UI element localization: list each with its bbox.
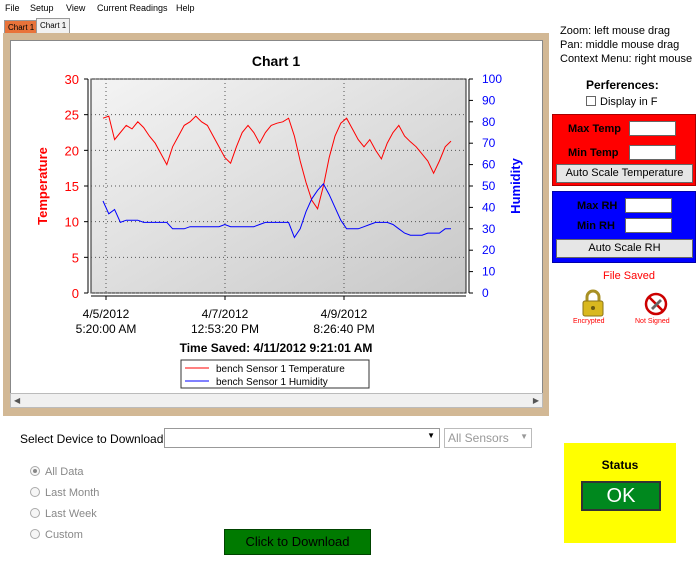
min-temp-label: Min Temp [568,147,619,159]
checkbox-icon[interactable] [586,96,596,106]
status-indicator: OK [581,481,661,511]
right-tick-label: 90 [482,93,496,107]
radio-icon[interactable] [30,508,40,518]
auto-scale-temperature-button[interactable]: Auto Scale Temperature [556,164,693,183]
temperature-panel: Max Temp Min Temp Auto Scale Temperature [552,114,696,186]
radio-icon[interactable] [30,487,40,497]
range-all-data[interactable]: All Data [30,466,84,478]
chart-title: Chart 1 [252,53,300,69]
display-in-f-label: Display in F [600,96,658,108]
left-tick-label: 5 [72,250,79,265]
download-button[interactable]: Click to Download [224,529,371,555]
left-tick-label: 25 [65,108,79,123]
range-label: Last Week [45,508,97,520]
left-tick-label: 15 [65,179,79,194]
select-device-label: Select Device to Download [20,432,164,446]
status-panel: Status OK [564,443,676,543]
x-tick-time: 5:20:00 AM [76,322,137,336]
legend-label-humidity: bench Sensor 1 Humidity [216,377,328,388]
scroll-left-icon[interactable]: ◀ [14,394,20,407]
right-tick-label: 0 [482,286,489,300]
tab-chart-1-active[interactable]: Chart 1 [36,18,71,34]
status-title: Status [601,458,639,472]
y-axis-label-left: Temperature [35,147,50,225]
zoom-instruction: Zoom: left mouse drag [560,25,671,37]
right-tick-label: 20 [482,243,496,257]
menu-setup[interactable]: Setup [30,3,54,13]
menu-bar: File Setup View Current Readings Help [0,0,697,17]
left-tick-label: 10 [65,215,79,230]
left-tick-label: 0 [72,286,79,301]
context-menu-instruction: Context Menu: right mouse [560,53,693,65]
right-tick-label: 80 [482,115,496,129]
chevron-down-icon[interactable]: ▼ [427,431,435,440]
display-in-f-checkbox[interactable]: Display in F [586,96,657,108]
humidity-panel: Max RH Min RH Auto Scale RH [552,191,696,263]
encrypted-label: Encrypted [573,318,605,325]
range-label: Last Month [45,487,100,499]
right-tick-label: 100 [482,72,502,86]
max-rh-label: Max RH [577,200,618,212]
chart-panel[interactable]: Chart 1 0 5 10 15 20 25 30 0 10 20 30 40 50 60 70 80 90… [10,40,543,394]
left-tick-label: 20 [65,143,79,158]
radio-icon[interactable] [30,529,40,539]
range-last-month[interactable]: Last Month [30,487,99,499]
right-axis: 0 10 20 30 40 50 60 70 80 90 100 [468,72,502,300]
left-tick-label: 30 [65,72,79,87]
right-tick-label: 40 [482,200,496,214]
max-temp-input[interactable] [629,121,676,136]
sensor-select-value: All Sensors [448,431,509,445]
tab-chart-1[interactable]: Chart 1 [4,20,39,34]
not-signed-label: Not Signed [635,318,670,325]
range-label: Custom [45,529,83,541]
lock-icon [582,289,604,317]
chart-horizontal-scrollbar[interactable]: ◀ ▶ [10,393,543,408]
legend: bench Sensor 1 Temperature bench Sensor … [180,359,370,389]
min-temp-input[interactable] [629,145,676,160]
y-axis-label-right: Humidity [508,157,523,213]
right-tick-label: 70 [482,136,496,150]
legend-label-temperature: bench Sensor 1 Temperature [216,364,345,375]
preferences-title: Perferences: [586,78,659,92]
time-saved: Time Saved: 4/11/2012 9:21:01 AM [180,341,373,355]
x-tick-time: 12:53:20 PM [191,322,259,336]
left-axis: 0 5 10 15 20 25 30 [65,72,89,301]
range-last-week[interactable]: Last Week [30,508,97,520]
max-rh-input[interactable] [625,198,672,213]
not-signed-icon [644,292,668,316]
menu-view[interactable]: View [66,3,85,13]
right-tick-label: 60 [482,158,496,172]
x-axis: 4/5/20125:20:00 AM 4/7/201212:53:20 PM 4/9… [76,295,466,336]
scroll-right-icon[interactable]: ▶ [533,394,539,407]
range-custom[interactable]: Custom [30,529,83,541]
chart[interactable]: Chart 1 0 5 10 15 20 25 30 0 10 20 30 40 50 60 70 80 90… [11,41,542,393]
right-tick-label: 30 [482,222,496,236]
x-tick-time: 8:26:40 PM [313,322,374,336]
range-label: All Data [45,466,84,478]
x-tick-date: 4/9/2012 [321,307,368,321]
right-tick-label: 50 [482,179,496,193]
menu-file[interactable]: File [5,3,20,13]
menu-help[interactable]: Help [176,3,195,13]
sensor-select[interactable]: All Sensors ▼ [444,428,532,448]
max-temp-label: Max Temp [568,123,621,135]
chevron-down-icon[interactable]: ▼ [520,432,528,441]
menu-current-readings[interactable]: Current Readings [97,3,168,13]
x-tick-date: 4/5/2012 [83,307,130,321]
min-rh-label: Min RH [577,220,615,232]
auto-scale-rh-button[interactable]: Auto Scale RH [556,239,693,258]
file-saved-status: File Saved [603,270,655,282]
radio-selected-icon[interactable] [30,466,40,476]
x-tick-date: 4/7/2012 [202,307,249,321]
device-select[interactable]: ▼ [164,428,440,448]
min-rh-input[interactable] [625,218,672,233]
pan-instruction: Pan: middle mouse drag [560,39,680,51]
right-tick-label: 10 [482,265,496,279]
